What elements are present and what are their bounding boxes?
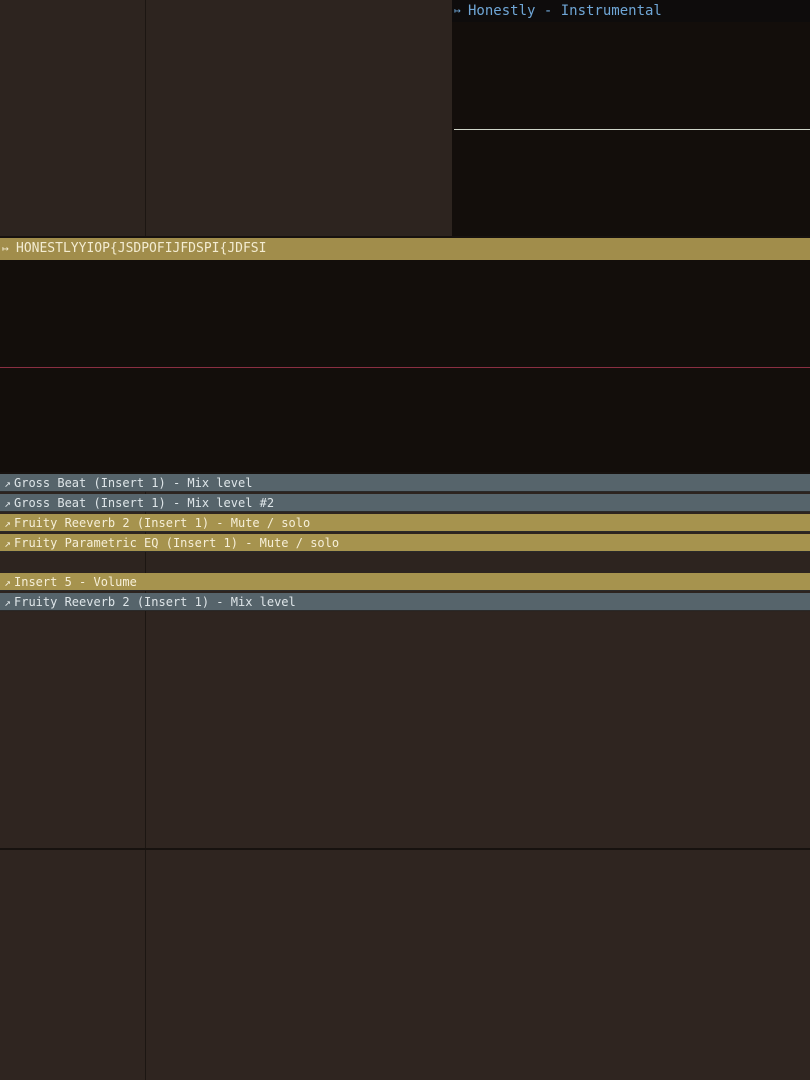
automation-clip-label: Fruity Parametric EQ (Insert 1) - Mute /… xyxy=(14,536,340,550)
automation-icon: ↗ xyxy=(4,537,11,550)
automation-clip-label: Insert 5 - Volume xyxy=(14,575,137,589)
automation-icon: ↗ xyxy=(4,576,11,589)
empty-track-lane[interactable] xyxy=(0,612,810,848)
automation-clip[interactable]: ↗ Fruity Parametric EQ (Insert 1) - Mute … xyxy=(0,534,810,552)
track-divider xyxy=(0,848,810,850)
audio-clip-icon: ↦ xyxy=(454,4,461,17)
automation-clip-label: Gross Beat (Insert 1) - Mix level #2 xyxy=(14,496,275,510)
playlist-area[interactable]: ↦ Honestly - Instrumental ↦ HONESTLYYIOP… xyxy=(0,0,810,1080)
pattern-clip-header[interactable]: ↦ HONESTLYYIOP{JSDPOFIJFDSPI{JDFSI xyxy=(0,238,810,260)
automation-icon: ↗ xyxy=(4,517,11,530)
pattern-clip-icon: ↦ xyxy=(2,242,9,255)
automation-icon: ↗ xyxy=(4,596,11,609)
pattern-clip[interactable]: ↦ HONESTLYYIOP{JSDPOFIJFDSPI{JDFSI xyxy=(0,238,810,472)
automation-clip[interactable]: ↗ Fruity Reeverb 2 (Insert 1) - Mix level xyxy=(0,593,810,611)
automation-icon: ↗ xyxy=(4,497,11,510)
audio-clip[interactable]: ↦ Honestly - Instrumental xyxy=(452,0,810,236)
pattern-clip-body[interactable] xyxy=(0,260,810,472)
automation-clip-label: Fruity Reeverb 2 (Insert 1) - Mute / sol… xyxy=(14,516,311,530)
audio-clip-title: Honestly - Instrumental xyxy=(468,3,662,19)
automation-clip[interactable]: ↗ Gross Beat (Insert 1) - Mix level xyxy=(0,474,810,492)
automation-clip-label: Gross Beat (Insert 1) - Mix level xyxy=(14,476,253,490)
automation-clip-label: Fruity Reeverb 2 (Insert 1) - Mix level xyxy=(14,595,296,609)
audio-clip-body[interactable] xyxy=(452,22,810,236)
pattern-clip-title: HONESTLYYIOP{JSDPOFIJFDSPI{JDFSI xyxy=(16,241,267,256)
empty-track-lane[interactable] xyxy=(0,850,810,1080)
automation-clip[interactable]: ↗ Fruity Reeverb 2 (Insert 1) - Mute / so… xyxy=(0,514,810,532)
automation-clip[interactable]: ↗ Gross Beat (Insert 1) - Mix level #2 xyxy=(0,494,810,512)
automation-icon: ↗ xyxy=(4,477,11,490)
audio-clip-header[interactable]: ↦ Honestly - Instrumental xyxy=(452,0,810,22)
pattern-note-line xyxy=(0,367,810,368)
automation-clip[interactable]: ↗ Insert 5 - Volume xyxy=(0,573,810,591)
audio-waveform-line xyxy=(454,129,810,130)
